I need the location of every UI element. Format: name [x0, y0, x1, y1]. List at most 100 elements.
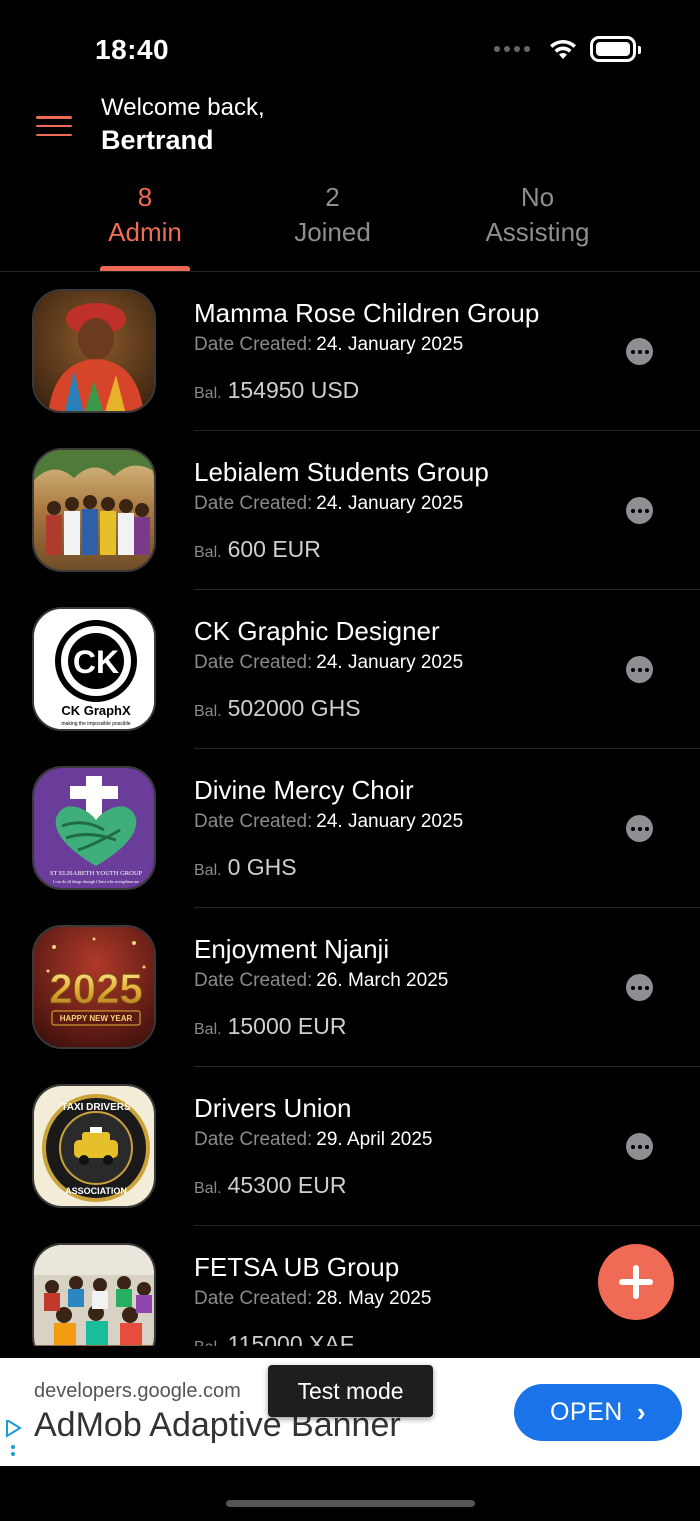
date-label: Date Created:: [194, 493, 313, 514]
group-info: CK Graphic Designer Date Created: 24. Jan…: [194, 590, 700, 749]
more-options-icon[interactable]: [626, 974, 653, 1001]
date-label: Date Created:: [194, 811, 313, 832]
group-row[interactable]: 2025 HAPPY NEW YEAR Enjoyment Njanji Dat…: [0, 908, 700, 1067]
group-name: Mamma Rose Children Group: [194, 298, 540, 328]
date-value: 24. January 2025: [316, 334, 464, 355]
balance-label: Bal.: [194, 1339, 222, 1346]
welcome-text: Welcome back,: [101, 94, 265, 121]
svg-text:CK GraphX: CK GraphX: [61, 703, 131, 718]
group-info: Mamma Rose Children Group Date Created: 2…: [194, 272, 700, 431]
tab-admin-count: 8: [137, 182, 153, 212]
svg-text:making the impossible possible: making the impossible possible: [61, 721, 130, 727]
group-date: Date Created: 24. January 2025: [194, 334, 463, 356]
battery-icon: [590, 36, 641, 62]
date-value: 24. January 2025: [316, 493, 464, 514]
ad-choices-icon[interactable]: [4, 1420, 22, 1460]
balance-label: Bal.: [194, 1021, 222, 1038]
group-row[interactable]: ST ELISABETH YOUTH GROUP I can do all th…: [0, 749, 700, 908]
date-label: Date Created:: [194, 1288, 313, 1309]
more-options-icon[interactable]: [626, 656, 653, 683]
tab-admin-label: Admin: [108, 217, 182, 247]
group-name: Lebialem Students Group: [194, 457, 489, 487]
group-row[interactable]: TAXI DRIVERS ASSOCIATION Drivers Union D…: [0, 1067, 700, 1226]
balance-value: 154950 USD: [227, 377, 360, 403]
date-value: 24. January 2025: [316, 652, 464, 673]
group-row[interactable]: CK CK GraphX making the impossible possi…: [0, 590, 700, 749]
ad-domain: developers.google.com: [34, 1380, 241, 1402]
date-value: 29. April 2025: [316, 1129, 433, 1150]
svg-text:ST ELISABETH YOUTH GROUP: ST ELISABETH YOUTH GROUP: [50, 870, 143, 877]
more-options-icon[interactable]: [626, 497, 653, 524]
tab-joined-label: Joined: [294, 217, 371, 247]
group-info: Enjoyment Njanji Date Created: 26. March …: [194, 908, 700, 1067]
svg-text:HAPPY NEW YEAR: HAPPY NEW YEAR: [60, 1014, 133, 1023]
add-group-button[interactable]: [598, 1244, 674, 1320]
date-label: Date Created:: [194, 970, 313, 991]
hamburger-menu-icon[interactable]: [36, 116, 72, 136]
status-time: 18:40: [95, 34, 170, 65]
group-name: Enjoyment Njanji: [194, 934, 390, 964]
balance-value: 502000 GHS: [227, 695, 361, 721]
date-label: Date Created:: [194, 334, 313, 355]
svg-text:TAXI DRIVERS: TAXI DRIVERS: [61, 1102, 131, 1113]
more-options-icon[interactable]: [626, 338, 653, 365]
svg-text:CK: CK: [73, 644, 119, 680]
taxi-drivers-badge-icon: TAXI DRIVERS ASSOCIATION: [32, 1084, 156, 1208]
tab-assisting-label: Assisting: [485, 217, 590, 247]
students-crowd-photo-icon: [32, 448, 156, 572]
balance-label: Bal.: [194, 385, 222, 402]
date-value: 28. May 2025: [316, 1288, 432, 1309]
svg-text:2025: 2025: [49, 965, 142, 1012]
status-icons: [494, 36, 641, 62]
ad-open-button[interactable]: OPEN ›: [514, 1384, 682, 1441]
group-name: CK Graphic Designer: [194, 616, 440, 646]
group-name: Divine Mercy Choir: [194, 775, 414, 805]
date-label: Date Created:: [194, 1129, 313, 1150]
more-options-icon[interactable]: [626, 1133, 653, 1160]
group-date: Date Created: 24. January 2025: [194, 652, 463, 674]
group-row[interactable]: FETSA UB Group Date Created: 28. May 2025…: [0, 1226, 700, 1346]
group-row[interactable]: Lebialem Students Group Date Created: 24.…: [0, 431, 700, 590]
active-tab-indicator: [100, 266, 190, 271]
date-label: Date Created:: [194, 652, 313, 673]
tab-admin[interactable]: 8 Admin: [100, 180, 190, 271]
balance-label: Bal.: [194, 862, 222, 879]
plus-icon-stroke: [633, 1265, 639, 1299]
group-tabs: 8 Admin 2 Joined No Assisting: [0, 180, 700, 272]
cross-heart-logo-icon: ST ELISABETH YOUTH GROUP I can do all th…: [32, 766, 156, 890]
home-indicator[interactable]: [226, 1500, 475, 1507]
group-date: Date Created: 28. May 2025: [194, 1288, 431, 1310]
group-info: Lebialem Students Group Date Created: 24.…: [194, 431, 700, 590]
tab-joined-count: 2: [325, 182, 340, 212]
status-bar: 18:40: [0, 0, 700, 100]
ck-graphx-logo-icon: CK CK GraphX making the impossible possi…: [32, 607, 156, 731]
date-value: 24. January 2025: [316, 811, 464, 832]
group-date: Date Created: 24. January 2025: [194, 493, 463, 515]
cellular-signal-icon: [494, 46, 530, 52]
svg-text:ASSOCIATION: ASSOCIATION: [65, 1186, 127, 1196]
group-name: Drivers Union: [194, 1093, 352, 1123]
group-balance: Bal. 15000 EUR: [194, 1013, 347, 1040]
tab-joined[interactable]: 2 Joined: [280, 180, 385, 250]
group-row[interactable]: Mamma Rose Children Group Date Created: 2…: [0, 272, 700, 431]
group-date: Date Created: 24. January 2025: [194, 811, 463, 833]
balance-label: Bal.: [194, 544, 222, 561]
balance-value: 600 EUR: [227, 536, 321, 562]
username: Bertrand: [101, 125, 214, 155]
new-year-2025-image-icon: 2025 HAPPY NEW YEAR: [32, 925, 156, 1049]
group-list[interactable]: Mamma Rose Children Group Date Created: 2…: [0, 272, 700, 1346]
svg-text:I can do all things through Ch: I can do all things through Christ who s…: [53, 879, 139, 884]
tab-assisting[interactable]: No Assisting: [470, 180, 605, 250]
balance-value: 15000 EUR: [227, 1013, 347, 1039]
group-balance: Bal. 45300 EUR: [194, 1172, 347, 1199]
elderly-woman-portrait-icon: [32, 289, 156, 413]
more-options-icon[interactable]: [626, 815, 653, 842]
wifi-icon: [550, 39, 576, 59]
balance-value: 45300 EUR: [227, 1172, 347, 1198]
balance-label: Bal.: [194, 703, 222, 720]
group-date: Date Created: 26. March 2025: [194, 970, 448, 992]
chevron-right-icon: ›: [636, 1397, 647, 1427]
tab-assisting-count: No: [520, 182, 555, 212]
test-mode-badge: Test mode: [268, 1365, 433, 1417]
group-balance: Bal. 0 GHS: [194, 854, 297, 881]
